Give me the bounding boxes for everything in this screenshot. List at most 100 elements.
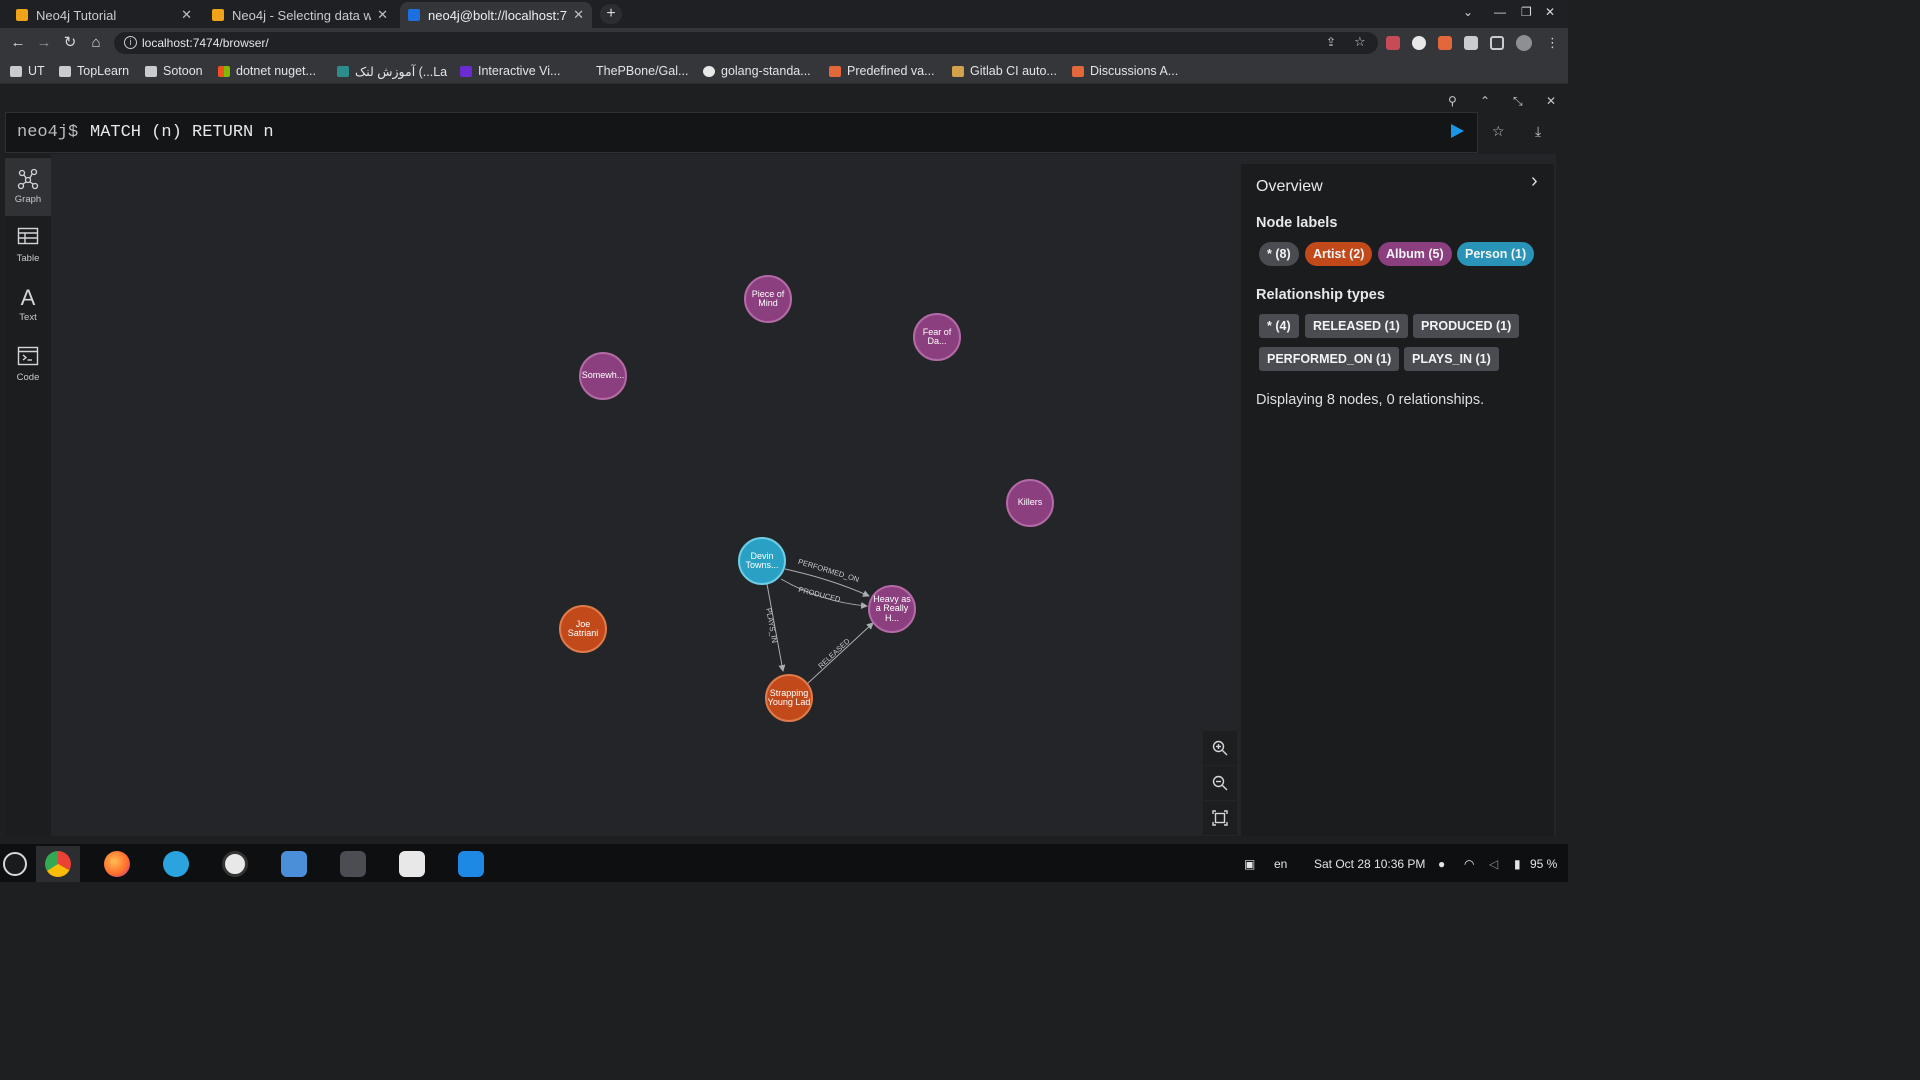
- extension-icon[interactable]: [1438, 36, 1452, 50]
- bookmark-predefined-va[interactable]: Predefined va...: [829, 63, 935, 79]
- rel-pill-released[interactable]: RELEASED (1): [1305, 314, 1408, 338]
- node-fear-of-da[interactable]: Fear of Da...: [913, 313, 961, 361]
- forward-icon[interactable]: →: [35, 34, 53, 52]
- bookmarks-bar: UT TopLearn Sotoon dotnet nuget... آموزش…: [0, 59, 1568, 84]
- label-pill-person[interactable]: Person (1): [1457, 242, 1535, 266]
- extension-icon[interactable]: [1386, 36, 1400, 50]
- bookmark-dotnet-nuget[interactable]: dotnet nuget...: [218, 63, 316, 79]
- home-icon[interactable]: ⌂: [87, 34, 105, 52]
- close-frame-icon[interactable]: ✕: [1546, 94, 1556, 108]
- keyboard-language[interactable]: en: [1274, 857, 1287, 871]
- close-tab-icon[interactable]: ✕: [181, 7, 192, 23]
- view-code-button[interactable]: Code: [5, 336, 51, 394]
- zoom-out-button[interactable]: [1203, 766, 1237, 800]
- github-icon: [703, 65, 715, 77]
- site-icon: [337, 65, 349, 77]
- view-graph-button[interactable]: Graph: [5, 158, 51, 216]
- side-panel-icon[interactable]: [1490, 36, 1504, 50]
- terminal-favicon-icon: [408, 9, 420, 21]
- battery-icon: ▮: [1514, 857, 1521, 871]
- close-tab-icon[interactable]: ✕: [377, 7, 388, 23]
- bookmark-sotoon[interactable]: Sotoon: [145, 63, 203, 79]
- fit-to-screen-button[interactable]: [1203, 801, 1237, 835]
- node-joe-satriani[interactable]: Joe Satriani: [559, 605, 607, 653]
- collapse-icon[interactable]: ⌃: [1480, 94, 1490, 108]
- display-status-text: Displaying 8 nodes, 0 relationships.: [1256, 392, 1485, 408]
- node-devin-towns[interactable]: Devin Towns...: [738, 537, 786, 585]
- cypher-editor[interactable]: neo4j$ MATCH (n) RETURN n: [5, 112, 1478, 153]
- pin-icon[interactable]: ⚲: [1448, 94, 1457, 108]
- terminal-icon[interactable]: [340, 851, 366, 877]
- relationship-layer: [766, 568, 874, 685]
- telegram-icon[interactable]: [163, 851, 189, 877]
- bookmark-persian[interactable]: آموزش لنک (...La: [337, 63, 447, 79]
- close-tab-icon[interactable]: ✕: [573, 7, 584, 23]
- fullscreen-icon[interactable]: ⤡: [1513, 94, 1523, 109]
- site-info-icon[interactable]: i: [124, 36, 137, 49]
- restore-icon[interactable]: ❐: [1521, 5, 1532, 19]
- bookmark-golang-standa[interactable]: golang-standa...: [703, 63, 811, 79]
- extension-icon[interactable]: [1412, 36, 1426, 50]
- view-text-button[interactable]: A Text: [5, 276, 51, 334]
- share-icon[interactable]: ⇪: [1326, 35, 1336, 49]
- label-pill-album[interactable]: Album (5): [1378, 242, 1452, 266]
- vscode-icon[interactable]: [458, 851, 484, 877]
- node-killers[interactable]: Killers: [1006, 479, 1054, 527]
- node-somewh[interactable]: Somewh...: [579, 352, 627, 400]
- launcher-icon[interactable]: [3, 852, 27, 876]
- reload-icon[interactable]: ↻: [61, 34, 79, 52]
- relationship-types-heading: Relationship types: [1256, 287, 1385, 303]
- run-query-button[interactable]: [1451, 124, 1464, 138]
- node-piece-of-mind[interactable]: Piece of Mind: [744, 275, 792, 323]
- clock-datetime[interactable]: Sat Oct 28 10:36 PM: [1314, 857, 1425, 871]
- zoom-in-button[interactable]: [1203, 731, 1237, 765]
- close-window-icon[interactable]: ✕: [1545, 5, 1555, 19]
- rel-pill-performed-on[interactable]: PERFORMED_ON (1): [1259, 347, 1400, 371]
- neo4j-favicon-icon: [16, 9, 28, 21]
- tab-neo4j-bolt[interactable]: neo4j@bolt://localhost:7 ✕: [400, 2, 592, 28]
- collapse-panel-chevron-icon[interactable]: ›: [1531, 170, 1538, 193]
- label-pill-artist[interactable]: Artist (2): [1305, 242, 1373, 266]
- new-tab-button[interactable]: +: [600, 4, 622, 24]
- bookmark-discussions-a[interactable]: Discussions A...: [1072, 63, 1178, 79]
- favorite-star-icon[interactable]: ☆: [1492, 123, 1505, 140]
- rel-pill-produced[interactable]: PRODUCED (1): [1413, 314, 1520, 338]
- label-pill-all[interactable]: * (8): [1259, 242, 1299, 266]
- graph-canvas[interactable]: PERFORMED_ON PRODUCED PLAYS_IN RELEASED …: [51, 154, 1241, 836]
- chrome-icon[interactable]: [45, 851, 71, 877]
- wifi-icon[interactable]: ◠: [1464, 857, 1474, 871]
- volume-muted-icon[interactable]: ◁: [1489, 857, 1498, 871]
- minimize-icon[interactable]: —: [1494, 5, 1506, 19]
- address-bar[interactable]: i localhost:7474/browser/ ⇪ ☆: [114, 32, 1378, 54]
- tab-selecting-data[interactable]: Neo4j - Selecting data wi ✕: [204, 2, 396, 28]
- code-terminal-icon: [5, 346, 51, 370]
- browser-menu-icon[interactable]: ⋮: [1546, 35, 1559, 51]
- gitlab-icon: [829, 65, 841, 77]
- back-icon[interactable]: ←: [9, 34, 27, 52]
- editor-prompt: neo4j$: [17, 123, 79, 142]
- query-input[interactable]: MATCH (n) RETURN n: [90, 123, 274, 142]
- node-strapping-young-lad[interactable]: Strapping Young Lad: [765, 674, 813, 722]
- firefox-icon[interactable]: [104, 851, 130, 877]
- bookmark-thepbone[interactable]: ThePBone/Gal...: [578, 63, 688, 79]
- tab-neo4j-tutorial[interactable]: Neo4j Tutorial ✕: [8, 2, 200, 28]
- view-table-button[interactable]: Table: [5, 217, 51, 275]
- download-icon[interactable]: ⤓: [1535, 123, 1541, 140]
- bookmark-star-icon[interactable]: ☆: [1354, 34, 1366, 50]
- files-icon[interactable]: [281, 851, 307, 877]
- rel-pill-all[interactable]: * (4): [1259, 314, 1299, 338]
- profile-avatar[interactable]: [1516, 35, 1532, 51]
- bookmark-ut[interactable]: UT: [10, 63, 45, 79]
- bookmark-toplearn[interactable]: TopLearn: [59, 63, 129, 79]
- settings-app-icon[interactable]: [399, 851, 425, 877]
- bookmark-interactive-vi[interactable]: Interactive Vi...: [460, 63, 560, 79]
- puzzle-icon[interactable]: [1464, 36, 1478, 50]
- url-text[interactable]: localhost:7474/browser/: [142, 36, 269, 50]
- bookmark-gitlab-ci-auto[interactable]: Gitlab CI auto...: [952, 63, 1057, 79]
- clipboard-icon[interactable]: ▣: [1244, 857, 1255, 871]
- node-heavy-as-a-really[interactable]: Heavy as a Really H...: [868, 585, 916, 633]
- fit-screen-icon: [1212, 810, 1228, 826]
- rel-pill-plays-in[interactable]: PLAYS_IN (1): [1404, 347, 1499, 371]
- tab-search-icon[interactable]: ⌄: [1463, 5, 1473, 19]
- app-w-icon[interactable]: [222, 851, 248, 877]
